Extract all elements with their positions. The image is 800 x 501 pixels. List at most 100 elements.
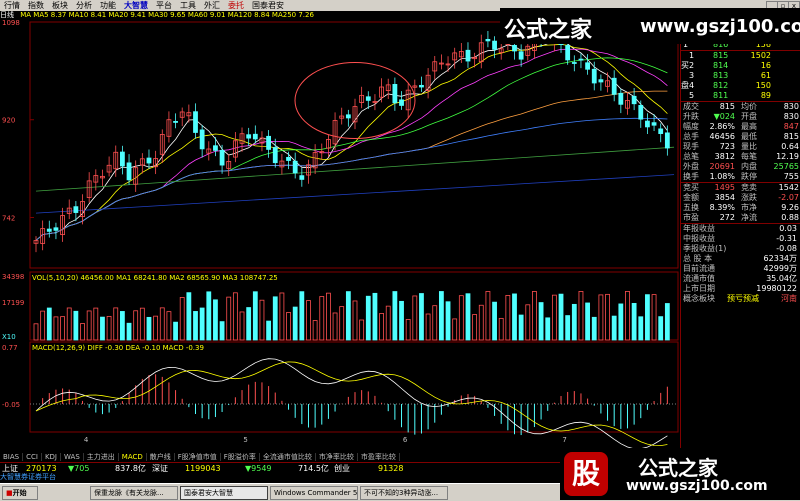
quote-row: 现手 723 量比 0.64 [681,142,800,152]
logo-icon: 股 [564,452,608,496]
stat-label: 五换 [683,203,699,212]
indicator-tab[interactable]: F股溢价率 [220,453,260,461]
indicator-tab[interactable]: 主力进出 [83,453,119,461]
volume-bar [272,296,278,341]
menu-item[interactable]: 分析 [72,1,96,10]
volume-bar [452,318,458,341]
volume-bar [585,302,591,341]
stat-value: -2.07 [778,193,799,202]
buy-price: 813 [713,71,729,80]
volume-bar [219,321,225,341]
menu-item[interactable]: 指数 [24,1,48,10]
ma-line [35,38,668,241]
menu-item[interactable]: 行情 [0,1,24,10]
volume-bar [498,317,504,341]
stat-label: 均价 [741,102,757,111]
chart-svg[interactable]: 1098 920 742 4 5 6 7 VOL(5,10,20) 46456.00 MA1 … [0,20,680,450]
candle-body [585,62,591,70]
candle-body [399,99,404,106]
taskbar-item[interactable]: 保重龙脉《有关龙脉... [90,486,178,500]
price-tick: 920 [2,117,15,125]
stat-label: 最低 [741,132,757,141]
quote-row: 中报收益 -0.31 [681,234,800,244]
candle-body [571,62,577,64]
candle-body [53,227,59,231]
volume-bar [319,296,325,341]
buy-volume: 1502 [750,51,771,60]
start-button[interactable]: ■开始 [2,486,38,500]
volume-bar [645,294,650,341]
stat-label: 市净 [741,203,757,212]
stat-value: ▼024 [713,112,735,121]
volume-bar [472,314,478,341]
candle-body [512,44,517,52]
chart-area[interactable]: 1098 920 742 4 5 6 7 VOL(5,10,20) 46456.00 MA1 … [0,20,680,450]
quote-row: 总笔 3812 每笔 12.19 [681,152,800,162]
menu-item[interactable]: 板块 [48,1,72,10]
buy-level: 4 [689,81,695,90]
candle-body [173,121,178,123]
volume-bar [66,307,72,341]
stat-value: 46456 [709,132,735,141]
volume-bar [625,291,630,341]
volume-bar [359,319,365,341]
menu-item[interactable]: 外汇 [200,1,224,10]
macd-tick: 0.77 [2,344,18,352]
volume-bar [598,294,604,341]
watermark-bottom: 股 公式之家 www.gszj100.com [560,448,800,500]
quote-row: 季报收益(1) -0.08 [681,244,800,254]
volume-bar [213,299,218,341]
buy-level: 5 [689,91,695,100]
menu-item[interactable]: 功能 [96,1,120,10]
quote-row: 竞买 1495 竞卖 1542 [681,182,800,193]
volume-bar [425,313,431,341]
volume-bar [232,292,238,341]
indicator-tab[interactable]: 市净率比较 [315,453,358,461]
candle-body [193,111,198,133]
candle-body [485,38,491,42]
indicator-tab[interactable]: KDJ [41,453,61,461]
fund-label: 季报收益(1) [683,244,727,253]
candle-body [518,51,524,60]
candle-body [365,96,371,101]
menu-item[interactable]: 大智慧 [120,1,152,10]
stat-value: 0.64 [781,142,799,151]
indicator-tab[interactable]: CCI [23,453,42,461]
volume-bar [565,315,571,341]
taskbar-item[interactable]: 不可不知的3种异动涨... [360,486,448,500]
buy-level: 2 [689,61,695,70]
fund-label: 中报收益 [683,234,715,243]
time-label: 4 [84,436,89,444]
volume-bar [419,293,424,341]
candle-body [631,95,637,105]
taskbar-item[interactable]: Windows Commander 5... [270,486,358,500]
fund-value: -0.08 [776,244,797,253]
menu-item[interactable]: 国泰君安 [248,1,288,10]
indicator-tab[interactable]: WAS [61,453,84,461]
news-ticker[interactable]: 大智慧券证券平台 [0,473,120,482]
indicator-tab[interactable]: BIAS [0,453,24,461]
indicator-tab[interactable]: F股净值市值 [174,453,221,461]
index2-value: 1199043 [185,464,221,473]
menu-item[interactable]: 委托 [224,1,248,10]
taskbar-item[interactable]: 国泰君安大智慧 [180,486,268,500]
menu-item[interactable]: 工具 [176,1,200,10]
volume-tick: 17199 [2,299,24,307]
volume-bar [153,315,159,341]
fund-label: 年报收益 [683,224,715,233]
volume-bar [372,292,378,341]
buy-price: 811 [713,91,729,100]
indicator-tab[interactable]: 散户线 [146,453,175,461]
index3-value: 91328 [378,464,404,473]
stat-label: 升跌 [683,112,699,121]
menu-item[interactable]: 平台 [152,1,176,10]
quote-row: 五换 8.39% 市净 9.26 [681,203,800,213]
quote-row: 年报收益 0.03 [681,223,800,234]
indicator-tab[interactable]: 全流通市值比较 [259,453,316,461]
volume-bar [119,311,125,341]
volume-bar [299,291,305,341]
volume-bar [551,294,557,341]
indicator-tab[interactable]: 市盈率比较 [357,453,400,461]
volume-bar [392,291,398,341]
indicator-tab[interactable]: MACD [118,453,147,461]
